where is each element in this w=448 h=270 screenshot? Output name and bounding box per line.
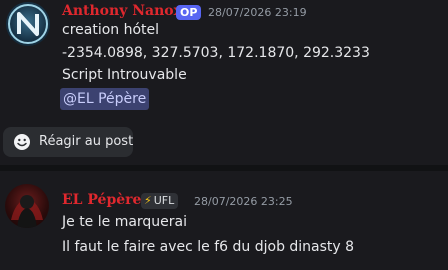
user-mention[interactable]: @EL Pépère <box>60 88 150 110</box>
lightning-icon: ⚡ <box>144 194 152 207</box>
timestamp: 28/07/2026 23:25 <box>194 195 293 208</box>
nanox-logo-icon <box>8 4 48 44</box>
message-line: -2354.0898, 327.5703, 172.1870, 292.3233 <box>62 45 370 61</box>
message-line: Script Introuvable <box>62 67 187 83</box>
message-line: Je te le marquerai <box>62 214 188 230</box>
timestamp: 28/07/2026 23:19 <box>208 6 307 19</box>
avatar[interactable] <box>5 184 49 228</box>
author-name[interactable]: Anthony Nanox <box>62 3 182 19</box>
message-line: Il faut le faire avec le f6 du djob dina… <box>62 239 355 255</box>
smiley-icon <box>14 134 30 150</box>
message-line: creation hótel <box>62 22 160 38</box>
ufl-tag: ⚡ UFL <box>141 193 179 209</box>
dark-figure-icon <box>11 195 43 228</box>
tag-label: UFL <box>153 194 175 207</box>
author-name[interactable]: EL Pépère <box>62 192 141 208</box>
op-badge: OP <box>176 5 202 20</box>
avatar[interactable] <box>6 2 50 46</box>
post-message: Anthony Nanox OP 28/07/2026 23:19 creati… <box>0 0 448 165</box>
react-to-post-button[interactable]: Réagir au post <box>3 127 133 157</box>
react-label: Réagir au post <box>39 134 134 149</box>
